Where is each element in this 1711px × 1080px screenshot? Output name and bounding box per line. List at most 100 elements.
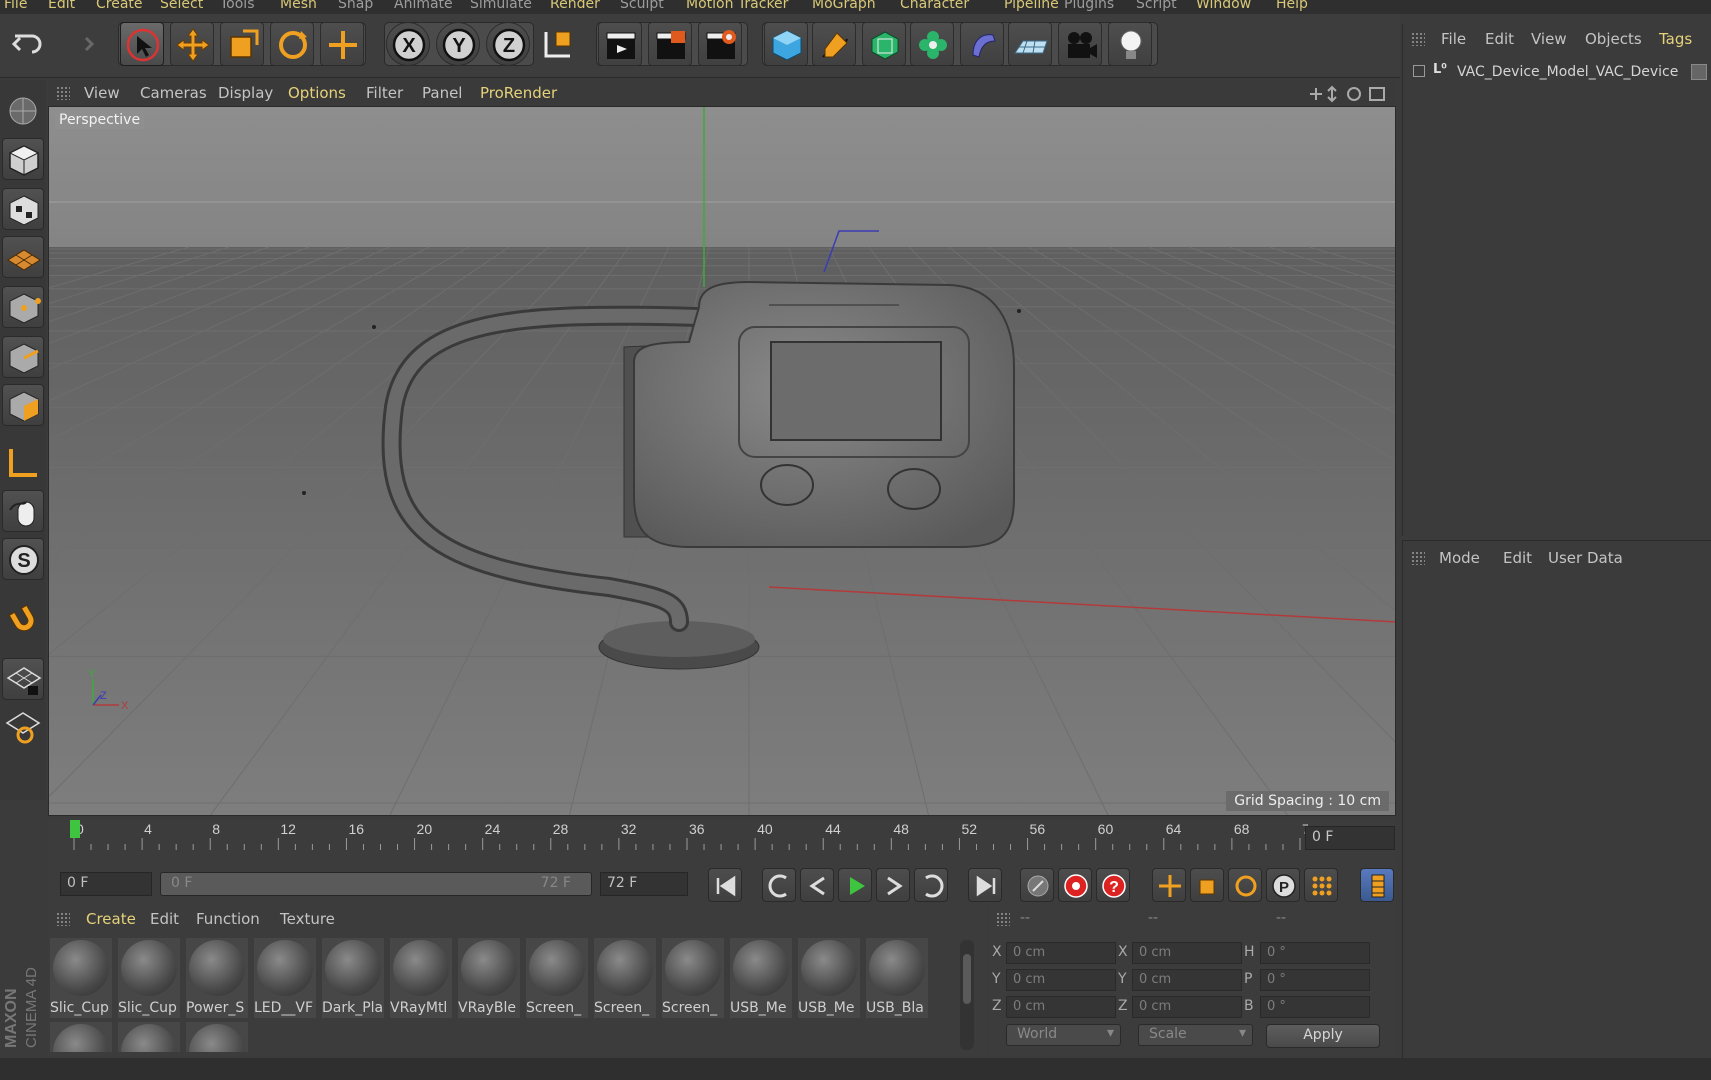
- workplane-lock-button[interactable]: [2, 658, 44, 700]
- material-swatch[interactable]: LED__VF: [254, 938, 316, 1018]
- perspective-viewport[interactable]: Y Z X Perspective Grid Spacing : 10 cm: [48, 106, 1396, 816]
- polygons-mode-button[interactable]: [2, 384, 44, 426]
- scale-tool-button[interactable]: [220, 22, 264, 66]
- subdivision-button[interactable]: [862, 22, 906, 66]
- current-frame-field[interactable]: 0 F: [1305, 826, 1395, 850]
- menu-pipeline[interactable]: Pipeline: [1004, 0, 1059, 12]
- material-swatch[interactable]: Slic_Cup: [50, 938, 112, 1018]
- coordinate-mode-dropdown[interactable]: World ▾: [1006, 1024, 1121, 1046]
- material-swatch[interactable]: Screen_: [594, 938, 656, 1018]
- render-settings-button[interactable]: [698, 22, 742, 66]
- deformer-button[interactable]: [960, 22, 1004, 66]
- object-menu-tags[interactable]: Tags: [1659, 30, 1692, 48]
- object-menu-objects[interactable]: Objects: [1585, 30, 1642, 48]
- material-swatch[interactable]: [118, 1022, 180, 1052]
- rotation-field[interactable]: 0 °: [1260, 942, 1370, 964]
- material-swatch[interactable]: [186, 1022, 248, 1052]
- material-swatch[interactable]: Dark_Pla: [322, 938, 384, 1018]
- key-pla-button[interactable]: [1304, 868, 1338, 902]
- render-to-picture-viewer-button[interactable]: [648, 22, 692, 66]
- preview-range-slider[interactable]: 0 F 72 F: [160, 872, 592, 896]
- locked-workplane-button[interactable]: [2, 706, 44, 748]
- model-mode-button[interactable]: [2, 138, 44, 180]
- snap-button[interactable]: [2, 598, 44, 640]
- preview-start-field[interactable]: 0 F: [60, 872, 152, 896]
- viewport-menu-view[interactable]: View: [84, 84, 120, 102]
- texture-mode-button[interactable]: [2, 188, 44, 230]
- menu-window[interactable]: Window: [1196, 0, 1251, 12]
- panel-grip[interactable]: [56, 912, 70, 926]
- menu-help[interactable]: Help: [1276, 0, 1308, 12]
- object-menu-edit[interactable]: Edit: [1485, 30, 1514, 48]
- camera-button[interactable]: [1058, 22, 1102, 66]
- material-swatch[interactable]: Power_S: [186, 938, 248, 1018]
- object-name[interactable]: VAC_Device_Model_VAC_Device: [1457, 64, 1678, 80]
- menu-file[interactable]: File: [4, 0, 27, 12]
- material-swatch[interactable]: USB_Me: [798, 938, 860, 1018]
- panel-grip[interactable]: [56, 86, 70, 100]
- panel-grip[interactable]: [1411, 551, 1425, 565]
- material-swatch[interactable]: VRayMtl: [390, 938, 452, 1018]
- prev-key-button[interactable]: [762, 868, 796, 902]
- material-swatch[interactable]: [50, 1022, 112, 1052]
- rotation-field[interactable]: 0 °: [1260, 996, 1370, 1018]
- material-swatch[interactable]: Slic_Cup: [118, 938, 180, 1018]
- material-swatch[interactable]: USB_Bla: [866, 938, 928, 1018]
- menu-tools[interactable]: Tools: [220, 0, 255, 12]
- attribute-menu-edit[interactable]: Edit: [1503, 549, 1532, 567]
- menu-mesh[interactable]: Mesh: [280, 0, 317, 12]
- menu-mograph[interactable]: MoGraph: [812, 0, 876, 12]
- live-move-button[interactable]: [320, 22, 364, 66]
- position-field[interactable]: 0 cm: [1006, 969, 1116, 991]
- viewport-menu-filter[interactable]: Filter: [366, 84, 403, 102]
- playhead[interactable]: [70, 820, 80, 838]
- scrollbar-thumb[interactable]: [963, 954, 971, 1004]
- edges-mode-button[interactable]: [2, 336, 44, 378]
- solo-button[interactable]: S: [2, 538, 44, 580]
- panel-grip[interactable]: [1411, 32, 1425, 46]
- object-menu-view[interactable]: View: [1531, 30, 1567, 48]
- material-menu-texture[interactable]: Texture: [280, 910, 335, 928]
- goto-start-button[interactable]: [708, 868, 742, 902]
- points-mode-button[interactable]: [2, 286, 44, 328]
- menu-snap[interactable]: Snap: [338, 0, 373, 12]
- menu-edit[interactable]: Edit: [48, 0, 75, 12]
- material-menu-edit[interactable]: Edit: [150, 910, 179, 928]
- viewport-navigation-icons[interactable]: [1304, 84, 1394, 104]
- move-tool-button[interactable]: [170, 22, 214, 66]
- floor-button[interactable]: [1008, 22, 1052, 66]
- material-swatch[interactable]: VRayBle: [458, 938, 520, 1018]
- visibility-toggle[interactable]: [1691, 64, 1707, 80]
- attribute-menu-user-data[interactable]: User Data: [1548, 549, 1623, 567]
- redo-button[interactable]: [56, 22, 100, 66]
- material-swatch[interactable]: Screen_: [526, 938, 588, 1018]
- workplane-mode-button[interactable]: [2, 236, 44, 278]
- key-rotation-button[interactable]: [1228, 868, 1262, 902]
- menu-create[interactable]: Create: [96, 0, 143, 12]
- material-menu-create[interactable]: Create: [86, 910, 136, 928]
- menu-simulate[interactable]: Simulate: [470, 0, 532, 12]
- position-field[interactable]: 0 cm: [1006, 942, 1116, 964]
- viewport-menu-cameras[interactable]: Cameras: [140, 84, 207, 102]
- menu-script[interactable]: Script: [1136, 0, 1177, 12]
- menu-select[interactable]: Select: [160, 0, 203, 12]
- tweak-mode-button[interactable]: [2, 490, 44, 532]
- next-key-button[interactable]: [914, 868, 948, 902]
- size-field[interactable]: 0 cm: [1132, 942, 1242, 964]
- expand-plus-icon[interactable]: [1413, 65, 1425, 77]
- autokey-button[interactable]: [1058, 868, 1092, 902]
- axis-mode-button[interactable]: [2, 442, 44, 484]
- viewport-menu-options[interactable]: Options: [288, 84, 346, 102]
- axis-y-button[interactable]: Y: [436, 22, 480, 66]
- menu-character[interactable]: Character: [900, 0, 969, 12]
- undo-button[interactable]: [6, 22, 50, 66]
- menu-sculpt[interactable]: Sculpt: [620, 0, 664, 12]
- object-tree-row[interactable]: L⁰ VAC_Device_Model_VAC_Device: [1413, 62, 1707, 84]
- size-field[interactable]: 0 cm: [1132, 969, 1242, 991]
- light-button[interactable]: [1108, 22, 1152, 66]
- render-view-button[interactable]: [598, 22, 642, 66]
- coordinate-system-button[interactable]: [536, 22, 580, 66]
- timeline-ruler[interactable]: 04812162024283236404448525660646872: [48, 818, 1396, 864]
- material-menu-function[interactable]: Function: [196, 910, 260, 928]
- timeline-window-button[interactable]: [1360, 868, 1394, 902]
